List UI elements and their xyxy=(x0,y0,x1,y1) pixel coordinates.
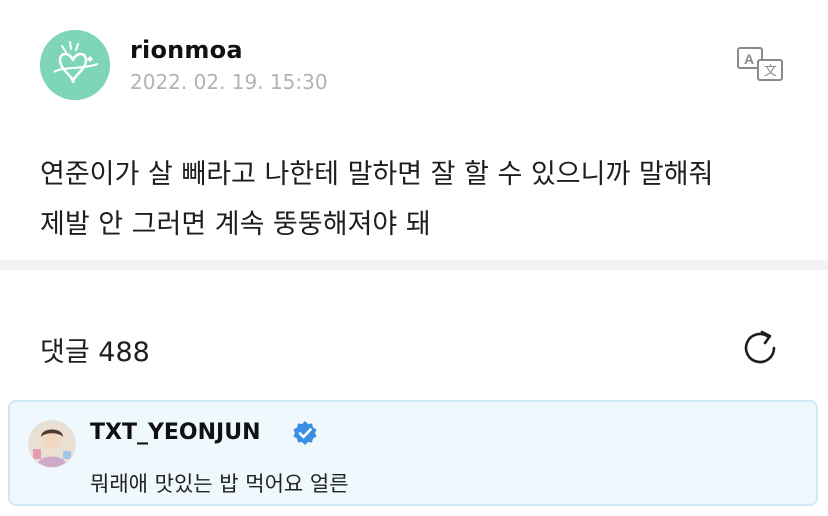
post-body-line: 제발 안 그러면 계속 뚱뚱해져야 돼 xyxy=(40,209,431,240)
verified-badge-icon xyxy=(292,420,318,446)
translate-icon: A 文 xyxy=(737,47,783,81)
post-timestamp: 2022. 02. 19. 15:30 xyxy=(130,70,328,94)
svg-text:文: 文 xyxy=(764,64,777,79)
comment-text: 뭐래애 맛있는 밥 먹어요 얼른 xyxy=(90,472,349,496)
post-body: 연준이가 살 빼라고 나한테 말하면 잘 할 수 있으니까 말해줘 제발 안 그… xyxy=(40,150,800,250)
section-divider xyxy=(0,260,828,270)
highlighted-comment[interactable]: TXT_YEONJUN 뭐래애 맛있는 밥 먹어요 얼른 xyxy=(8,400,818,506)
comments-count-title: 댓글 488 xyxy=(40,337,150,368)
post-body-line: 연준이가 살 빼라고 나한테 말하면 잘 할 수 있으니까 말해줘 xyxy=(40,159,714,190)
translate-button[interactable]: A 文 xyxy=(736,44,786,84)
comments-header: 댓글 488 xyxy=(40,328,790,372)
refresh-button[interactable] xyxy=(740,328,780,368)
avatar-photo-icon xyxy=(29,421,75,467)
post-header: rionmoa 2022. 02. 19. 15:30 A 文 xyxy=(40,30,790,102)
comment-author-name[interactable]: TXT_YEONJUN xyxy=(90,420,261,445)
post-author-name[interactable]: rionmoa xyxy=(130,36,243,64)
svg-text:A: A xyxy=(744,51,754,67)
comment-author-avatar[interactable] xyxy=(28,420,76,468)
avatar-doodle-icon xyxy=(40,30,110,100)
author-avatar[interactable] xyxy=(40,30,110,100)
post-page: rionmoa 2022. 02. 19. 15:30 A 文 연준이가 살 빼… xyxy=(0,0,828,516)
refresh-icon xyxy=(744,330,776,364)
